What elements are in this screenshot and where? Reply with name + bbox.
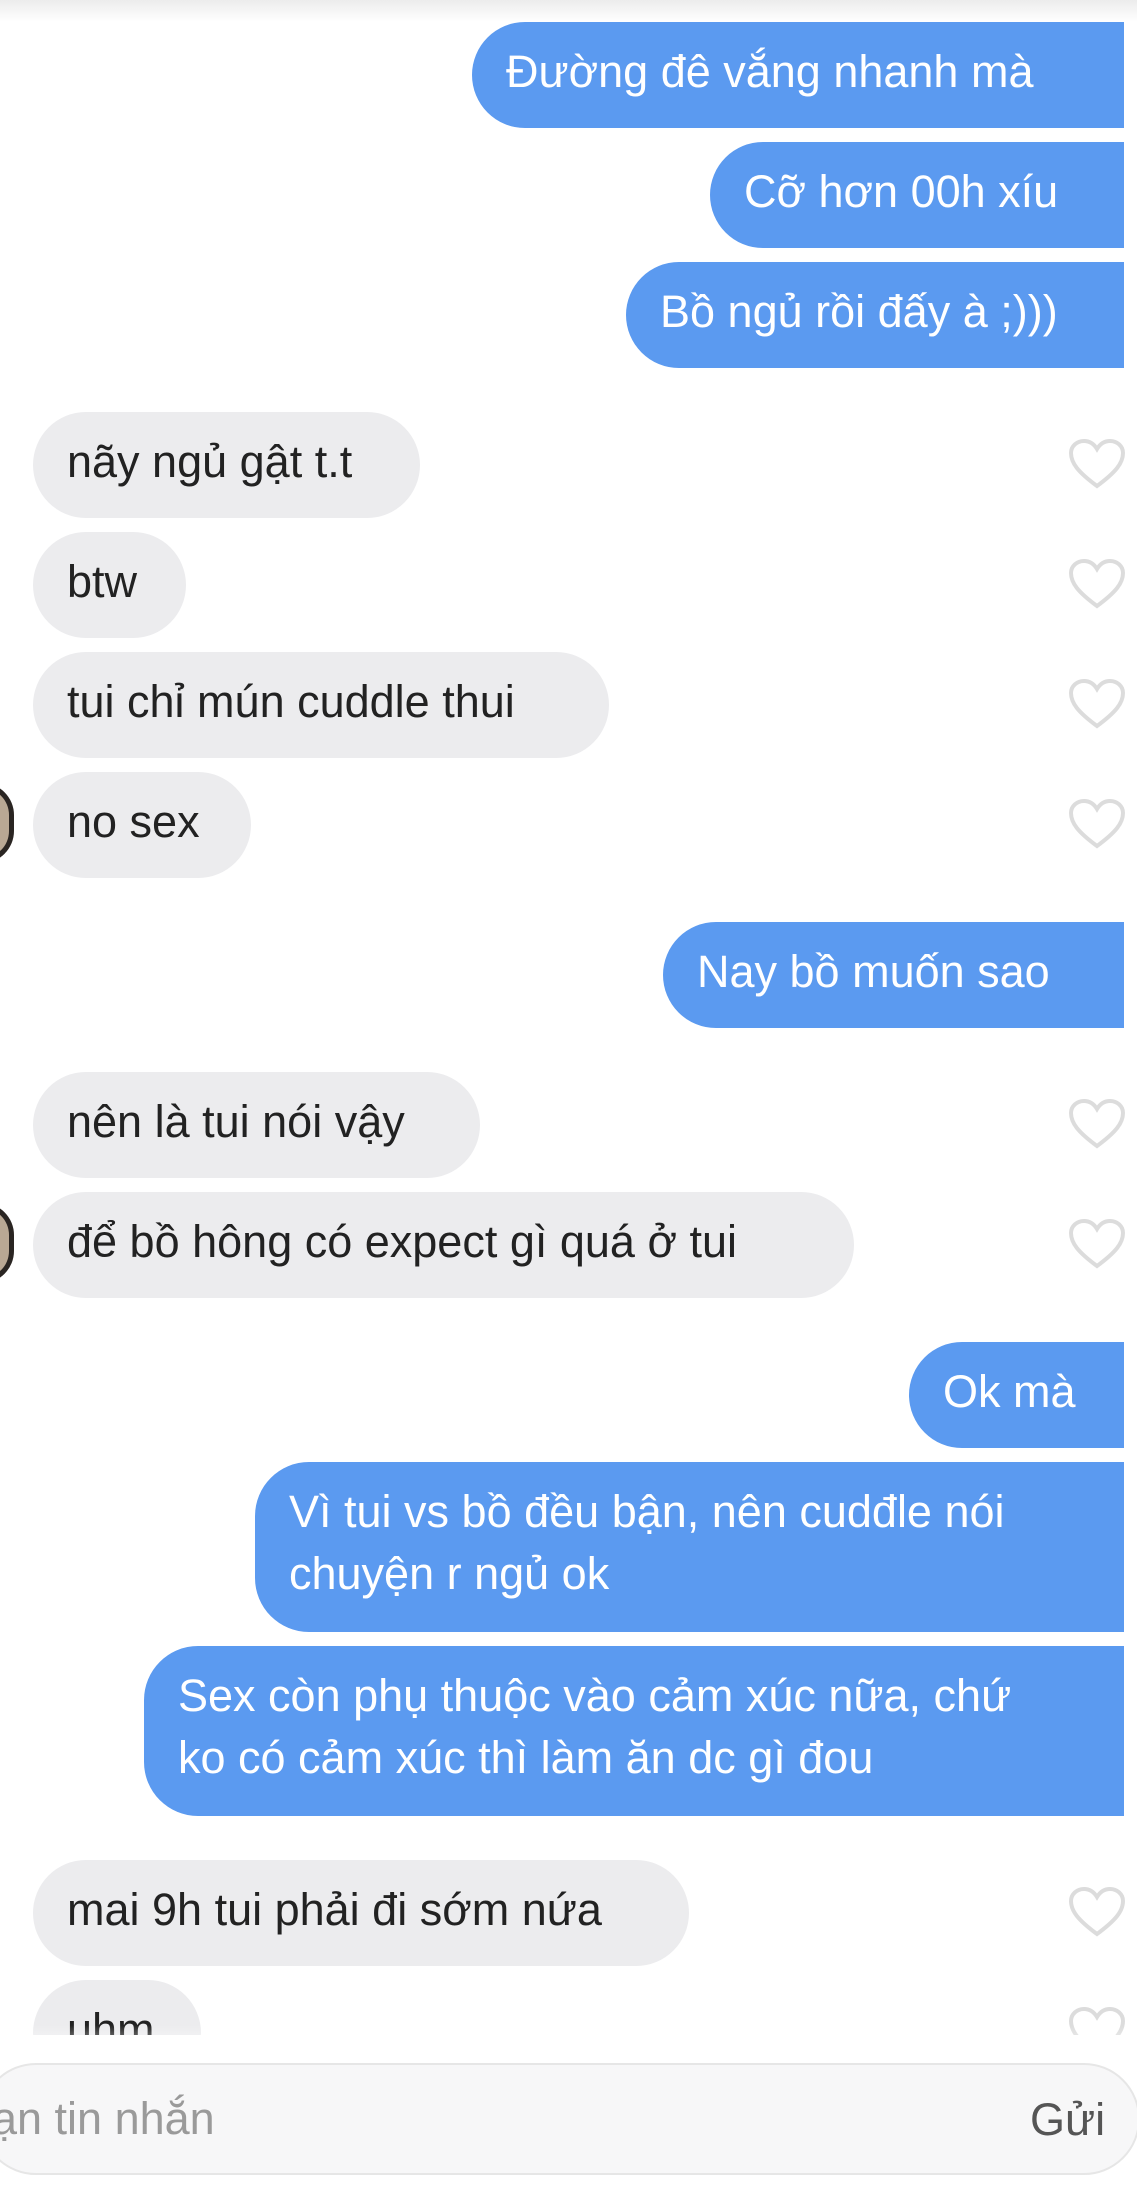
heart-outline-icon[interactable]: [1068, 678, 1126, 730]
message-text-line: ko có cảm xúc thì làm ăn dc gì đou: [178, 1732, 874, 1783]
heart-outline-icon[interactable]: [1068, 438, 1126, 490]
send-button[interactable]: Gửi: [1030, 2090, 1130, 2150]
message-sent[interactable]: Cỡ hơn 00h xíu: [710, 142, 1124, 248]
message-sent[interactable]: Đường đê vắng nhanh mà: [472, 22, 1124, 128]
message-text: nên là tui nói vậy: [67, 1096, 405, 1147]
avatar[interactable]: [0, 1203, 14, 1283]
avatar[interactable]: [0, 783, 14, 863]
message-text: nãy ngủ gật t.t: [67, 436, 353, 487]
message-text: Bồ ngủ rồi đấy à ;))): [660, 286, 1058, 337]
message-text: Cỡ hơn 00h xíu: [744, 166, 1059, 217]
heart-outline-icon[interactable]: [1068, 1098, 1126, 1150]
message-text: để bồ hông có expect gì quá ở tui: [67, 1216, 737, 1267]
message-sent[interactable]: Nay bồ muốn sao: [663, 922, 1124, 1028]
message-sent[interactable]: Vì tui vs bồ đều bận, nên cudđle nói chu…: [255, 1462, 1124, 1632]
message-sent[interactable]: Sex còn phụ thuộc vào cảm xúc nữa, chứ k…: [144, 1646, 1124, 1816]
heart-outline-icon[interactable]: [1068, 1886, 1126, 1938]
message-text: tui chỉ mún cuddle thui: [67, 676, 515, 727]
heart-outline-icon[interactable]: [1068, 558, 1126, 610]
message-text-line: Vì tui vs bồ đều bận, nên cudđle nói: [289, 1486, 1005, 1537]
heart-outline-icon[interactable]: [1068, 1218, 1126, 1270]
message-received[interactable]: no sex: [33, 772, 251, 878]
message-text: Ok mà: [943, 1366, 1076, 1417]
message-text: no sex: [67, 796, 200, 847]
message-received[interactable]: tui chỉ mún cuddle thui: [33, 652, 609, 758]
message-sent[interactable]: Bồ ngủ rồi đấy à ;))): [626, 262, 1124, 368]
message-received[interactable]: nãy ngủ gật t.t: [33, 412, 420, 518]
message-received[interactable]: để bồ hông có expect gì quá ở tui: [33, 1192, 854, 1298]
message-input[interactable]: [0, 2078, 980, 2160]
heart-outline-icon[interactable]: [1068, 798, 1126, 850]
message-received[interactable]: btw: [33, 532, 186, 638]
message-text-line: Sex còn phụ thuộc vào cảm xúc nữa, chứ: [178, 1670, 1012, 1721]
message-text-line: chuyện r ngủ ok: [289, 1548, 610, 1599]
message-text: Đường đê vắng nhanh mà: [506, 46, 1034, 97]
top-shadow: [0, 0, 1137, 22]
message-text: Nay bồ muốn sao: [697, 946, 1050, 997]
message-received[interactable]: mai 9h tui phải đi sớm nứa: [33, 1860, 689, 1966]
message-text: mai 9h tui phải đi sớm nứa: [67, 1884, 602, 1935]
message-text: btw: [67, 556, 138, 607]
message-sent[interactable]: Ok mà: [909, 1342, 1124, 1448]
message-received[interactable]: nên là tui nói vậy: [33, 1072, 480, 1178]
